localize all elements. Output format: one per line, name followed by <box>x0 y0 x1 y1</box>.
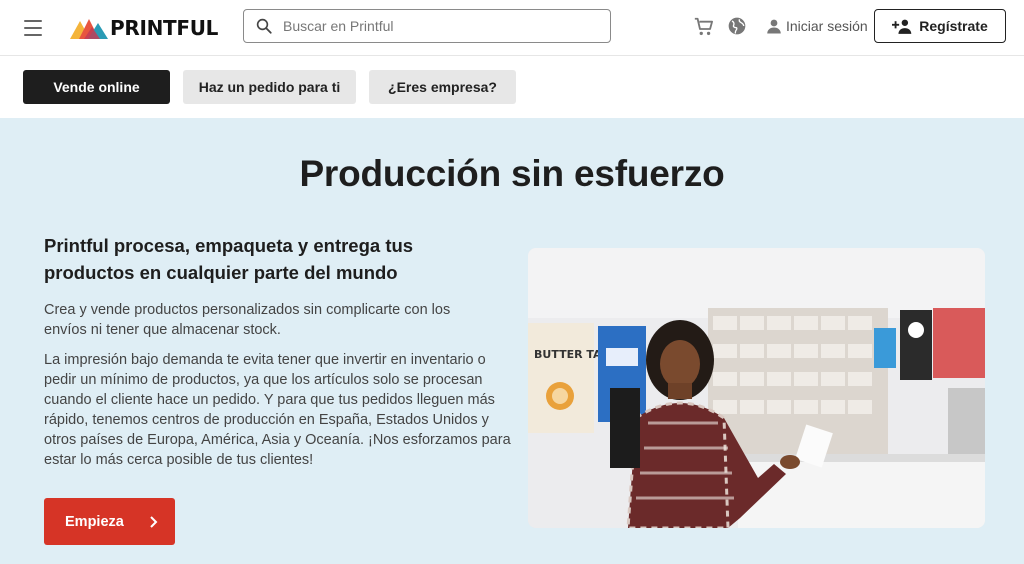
hero-subtitle: Printful procesa, empaqueta y entrega tu… <box>44 235 414 283</box>
hero-title: Producción sin esfuerzo <box>299 153 725 194</box>
brand-logo[interactable]: PRINTFUL <box>70 13 218 43</box>
brand-name: PRINTFUL <box>110 16 219 40</box>
globe-icon[interactable] <box>727 16 747 36</box>
login-label: Iniciar sesión <box>786 18 868 34</box>
start-button[interactable]: Empieza <box>44 498 175 545</box>
add-user-icon <box>892 19 912 34</box>
chevron-right-icon <box>150 515 158 528</box>
tab-eres-empresa[interactable]: ¿Eres empresa? <box>369 70 516 104</box>
hero-section: Producción sin esfuerzo Printful procesa… <box>0 118 1024 564</box>
login-link[interactable]: Iniciar sesión <box>765 15 868 37</box>
cart-icon[interactable] <box>693 16 715 38</box>
register-label: Regístrate <box>919 18 988 34</box>
search-box[interactable] <box>243 9 611 43</box>
search-input[interactable] <box>283 18 583 34</box>
search-icon <box>256 18 272 34</box>
tab-pedido-para-ti[interactable]: Haz un pedido para ti <box>183 70 356 104</box>
user-icon <box>767 19 781 34</box>
printful-logo-icon <box>70 19 108 39</box>
start-button-label: Empieza <box>65 513 124 530</box>
menu-icon[interactable] <box>22 18 44 38</box>
tab-vende-online[interactable]: Vende online <box>23 70 170 104</box>
warehouse-photo: BUTTER TARTS! <box>528 248 985 528</box>
sub-navigation: Vende online Haz un pedido para ti ¿Eres… <box>0 57 1024 118</box>
hero-paragraph-1: Crea y vende productos personalizados si… <box>44 302 451 338</box>
site-header: PRINTFUL Iniciar sesión Regístrate <box>0 0 1024 56</box>
hero-paragraph-2: La impresión bajo demanda te evita tener… <box>44 352 511 468</box>
register-button[interactable]: Regístrate <box>874 9 1006 43</box>
